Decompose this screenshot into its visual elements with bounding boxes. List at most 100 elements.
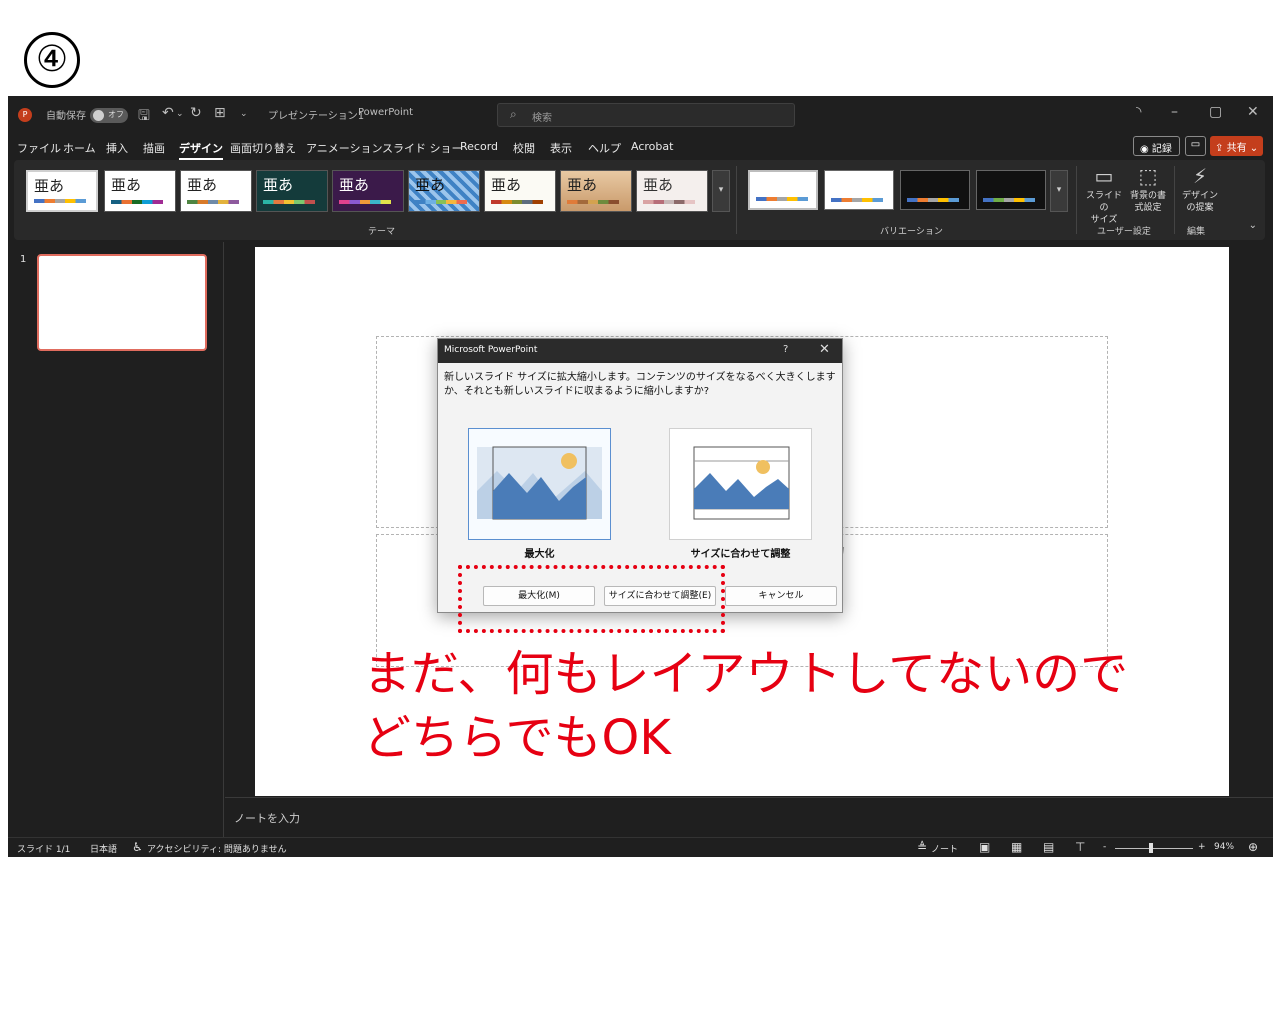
format-background-label: 背景の書 式設定 bbox=[1129, 191, 1166, 213]
user-settings-group-label: ユーザー設定 bbox=[1097, 227, 1151, 237]
notes-icon: ≜ bbox=[917, 840, 928, 854]
save-icon[interactable]: 🖫 bbox=[138, 105, 150, 129]
tab-file[interactable]: ファイル bbox=[17, 140, 61, 156]
variation-thumb-1[interactable] bbox=[748, 170, 818, 210]
tab-draw[interactable]: 描画 bbox=[143, 140, 165, 156]
zoom-in-button[interactable]: + bbox=[1198, 842, 1206, 852]
theme-thumb-3[interactable]: 亜あ bbox=[180, 170, 252, 212]
tab-home[interactable]: ホーム bbox=[63, 140, 96, 156]
ribbon-collapse-icon[interactable]: ⌄ bbox=[1249, 220, 1257, 231]
dialog-title: Microsoft PowerPoint bbox=[444, 345, 538, 355]
autosave-label: 自動保存 bbox=[46, 111, 86, 122]
normal-view-icon[interactable]: ▣ bbox=[979, 840, 990, 854]
theme-thumb-office[interactable]: 亜あ bbox=[26, 170, 98, 212]
tab-transitions[interactable]: 画面切り替え bbox=[230, 140, 296, 156]
undo-dropdown-icon[interactable]: ⌄ bbox=[176, 109, 184, 119]
loading-icon: ◝ bbox=[1136, 104, 1142, 120]
redo-icon[interactable]: ↻ bbox=[190, 105, 202, 121]
close-icon[interactable]: ✕ bbox=[819, 342, 830, 357]
theme-thumb-7[interactable]: 亜あ bbox=[484, 170, 556, 212]
dialog-message: 新しいスライド サイズに拡大縮小します。コンテンツのサイズをなるべく大きくします… bbox=[444, 372, 836, 397]
help-icon[interactable]: ? bbox=[783, 344, 788, 355]
maximize-option[interactable] bbox=[468, 428, 611, 540]
ribbon: 亜あ 亜あ 亜あ 亜あ 亜あ 亜あ 亜あ 亜あ 亜あ ▾ テーマ ▾ バリエーシ… bbox=[14, 160, 1265, 240]
tab-design[interactable]: デザイン bbox=[179, 140, 223, 160]
tab-slideshow[interactable]: スライド ショー bbox=[382, 140, 463, 156]
accessibility-status[interactable]: アクセシビリティ: 問題ありません bbox=[147, 842, 287, 855]
theme-thumb-2[interactable]: 亜あ bbox=[104, 170, 176, 212]
color-swatch bbox=[263, 200, 315, 204]
slide-size-icon: ▭ bbox=[1094, 164, 1114, 188]
color-swatch bbox=[34, 199, 86, 203]
dialog-titlebar: Microsoft PowerPoint ? ✕ bbox=[438, 339, 842, 363]
accessibility-icon: ♿ bbox=[132, 840, 143, 854]
search-box[interactable]: ⌕ 検索 bbox=[497, 103, 795, 127]
cancel-button[interactable]: キャンセル bbox=[725, 586, 837, 606]
variations-more-icon[interactable]: ▾ bbox=[1050, 170, 1068, 212]
theme-thumb-text: 亜あ bbox=[339, 176, 370, 194]
color-swatch bbox=[339, 200, 391, 204]
slide-sorter-icon[interactable]: ▦ bbox=[1011, 840, 1022, 854]
color-swatch bbox=[187, 200, 239, 204]
slide-size-button[interactable]: ▭ スライドの サイズ bbox=[1082, 164, 1126, 226]
zoom-out-button[interactable]: - bbox=[1103, 842, 1106, 852]
reading-view-icon[interactable]: ▤ bbox=[1043, 840, 1054, 854]
tab-record[interactable]: Record bbox=[460, 140, 498, 153]
zoom-slider[interactable] bbox=[1115, 848, 1193, 849]
autosave-state: オフ bbox=[108, 110, 124, 119]
title-separator: - bbox=[348, 107, 352, 118]
theme-thumb-6[interactable]: 亜あ bbox=[408, 170, 480, 212]
theme-thumb-text: 亜あ bbox=[643, 176, 674, 194]
tab-insert[interactable]: 挿入 bbox=[106, 140, 128, 156]
group-separator bbox=[736, 166, 737, 234]
variation-thumb-4[interactable] bbox=[976, 170, 1046, 210]
close-window-icon[interactable]: ✕ bbox=[1247, 104, 1259, 120]
color-swatch bbox=[415, 200, 467, 204]
themes-more-icon[interactable]: ▾ bbox=[712, 170, 730, 212]
color-swatch bbox=[111, 200, 163, 204]
color-swatch bbox=[643, 200, 695, 204]
zoom-level[interactable]: 94% bbox=[1214, 842, 1234, 852]
share-button[interactable]: ⇪ 共有 ⌄ bbox=[1210, 136, 1263, 156]
notes-pane[interactable]: ノートを入力 bbox=[225, 797, 1273, 837]
fit-option[interactable] bbox=[669, 428, 812, 540]
theme-thumb-9[interactable]: 亜あ bbox=[636, 170, 708, 212]
slideshow-icon[interactable]: ⊤ bbox=[1075, 840, 1085, 854]
maximize-icon[interactable]: ▢ bbox=[1209, 104, 1222, 120]
variation-thumb-3[interactable] bbox=[900, 170, 970, 210]
maximize-option-label: 最大化 bbox=[524, 549, 555, 560]
comment-button[interactable]: ▭ bbox=[1185, 136, 1206, 156]
theme-thumb-4[interactable]: 亜あ bbox=[256, 170, 328, 212]
slide-indicator: スライド 1/1 bbox=[17, 845, 71, 855]
design-ideas-button[interactable]: ⚡ デザイン の提案 bbox=[1178, 164, 1222, 214]
theme-thumb-8[interactable]: 亜あ bbox=[560, 170, 632, 212]
slide-thumbnail[interactable] bbox=[37, 254, 207, 351]
fit-option-label: サイズに合わせて調整 bbox=[690, 549, 791, 560]
tab-animations[interactable]: アニメーション bbox=[306, 140, 383, 156]
group-separator bbox=[1174, 166, 1175, 234]
tab-acrobat[interactable]: Acrobat bbox=[631, 140, 673, 153]
theme-thumb-5[interactable]: 亜あ bbox=[332, 170, 404, 212]
app-name: PowerPoint bbox=[358, 107, 414, 118]
format-background-button[interactable]: ⬚ 背景の書 式設定 bbox=[1126, 164, 1170, 214]
themes-group-label: テーマ bbox=[368, 227, 396, 237]
share-label: 共有 bbox=[1226, 143, 1247, 154]
record-button[interactable]: ◉ 記録 bbox=[1133, 136, 1180, 156]
search-placeholder: 検索 bbox=[532, 113, 552, 124]
language-indicator[interactable]: 日本語 bbox=[90, 842, 117, 855]
autosave-toggle[interactable]: オフ bbox=[90, 108, 128, 123]
tab-help[interactable]: ヘルプ bbox=[588, 140, 621, 156]
menu-bar: ファイル ホーム 挿入 描画 デザイン 画面切り替え アニメーション スライド … bbox=[8, 134, 1273, 160]
color-swatch bbox=[567, 200, 619, 204]
tab-view[interactable]: 表示 bbox=[550, 140, 572, 156]
zoom-slider-thumb[interactable] bbox=[1149, 843, 1153, 853]
notes-toggle[interactable]: ノート bbox=[931, 842, 958, 855]
undo-icon[interactable]: ↶ bbox=[162, 105, 174, 121]
tab-review[interactable]: 校閲 bbox=[513, 140, 535, 156]
annotation-line-1: まだ、何もレイアウトしてないので bbox=[363, 646, 1129, 702]
variation-thumb-2[interactable] bbox=[824, 170, 894, 210]
present-icon[interactable]: ⊞ bbox=[214, 105, 226, 121]
customize-qat-icon[interactable]: ⌄ bbox=[240, 109, 248, 119]
fit-to-window-icon[interactable]: ⊕ bbox=[1248, 840, 1258, 854]
minimize-icon[interactable]: – bbox=[1171, 104, 1178, 120]
